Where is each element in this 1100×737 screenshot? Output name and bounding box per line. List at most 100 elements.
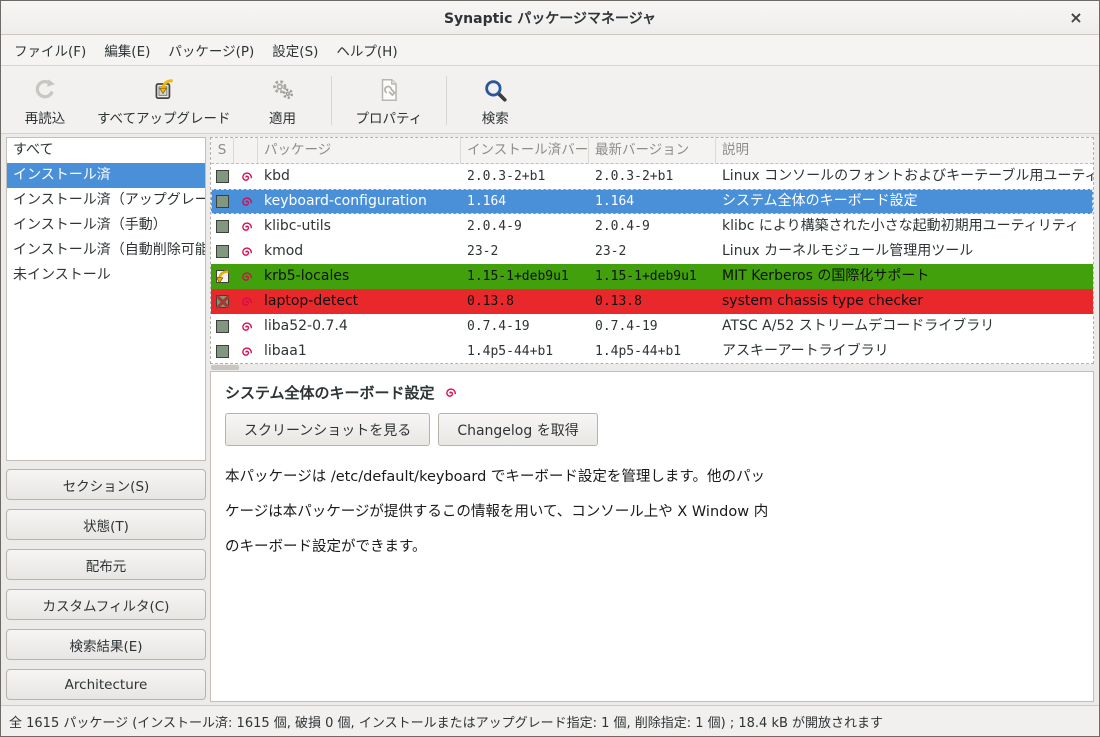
get-changelog-button[interactable]: Changelog を取得 [438,413,597,446]
latest-version: 2.0.3-2+b1 [589,164,716,189]
filter-installed[interactable]: インストール済 [7,163,205,188]
column-header-description[interactable]: 説明 [716,138,1093,163]
apply-button[interactable]: 適用 [245,70,321,131]
installed-version: 1.15-1+deb9u1 [461,264,589,289]
properties-icon [376,75,402,105]
table-row-marked-remove[interactable]: laptop-detect 0.13.8 0.13.8 system chass… [211,289,1093,314]
debian-swirl-icon [239,345,253,359]
details-title: システム全体のキーボード設定 [225,382,435,403]
package-description: システム全体のキーボード設定 [716,189,1093,214]
menu-file[interactable]: ファイル(F) [5,35,95,65]
menu-settings[interactable]: 設定(S) [263,35,327,65]
details-description-line: ケージは本パッケージが提供するこの情報を用いて、コンソール上や X Window… [225,495,1079,530]
package-name: libaa1 [258,339,461,364]
package-name: keyboard-configuration [258,189,461,214]
package-description: klibc により構築された小さな起動初期用ユーティリティ [716,214,1093,239]
package-name: kbd [258,164,461,189]
column-header-latest-version[interactable]: 最新バージョン [589,138,716,163]
installed-version: 2.0.4-9 [461,214,589,239]
search-button[interactable]: 検索 [457,70,533,131]
filter-installed-autoremovable[interactable]: インストール済（自動削除可能） [7,238,205,263]
toolbar-separator [331,76,332,125]
filter-not-installed[interactable]: 未インストール [7,263,205,288]
status-button[interactable]: 状態(T) [6,509,206,540]
column-header-supported[interactable] [234,138,258,163]
debian-swirl-icon [239,220,253,234]
sections-button[interactable]: セクション(S) [6,469,206,500]
menu-package[interactable]: パッケージ(P) [159,35,263,65]
menu-edit[interactable]: 編集(E) [95,35,159,65]
package-name: laptop-detect [258,289,461,314]
debian-swirl-icon [239,195,253,209]
debian-swirl-icon [239,270,253,284]
installed-status-icon [216,345,229,358]
upgrade-all-icon [151,75,177,105]
installed-status-icon [216,195,229,208]
installed-version: 2.0.3-2+b1 [461,164,589,189]
statusbar: 全 1615 パッケージ (インストール済: 1615 個, 破損 0 個, イ… [1,705,1099,736]
latest-version: 0.7.4-19 [589,314,716,339]
upgrade-all-button[interactable]: すべてアップグレード [83,70,245,131]
table-header: S パッケージ インストール済バージョン 最新バージョン 説明 [211,138,1093,164]
view-screenshot-button[interactable]: スクリーンショットを見る [225,413,430,446]
column-header-package[interactable]: パッケージ [258,138,461,163]
package-name: liba52-0.7.4 [258,314,461,339]
reload-icon [32,75,58,105]
toolbar-separator [446,76,447,125]
origin-button[interactable]: 配布元 [6,549,206,580]
installed-version: 23-2 [461,239,589,264]
package-name: kmod [258,239,461,264]
synaptic-window: Synaptic パッケージマネージャ × ファイル(F) 編集(E) パッケー… [0,0,1100,737]
latest-version: 1.164 [589,189,716,214]
custom-filters-button[interactable]: カスタムフィルタ(C) [6,589,206,620]
filter-list: すべて インストール済 インストール済（アップグレード可） インストール済（手動… [6,137,206,461]
package-description: Linux カーネルモジュール管理用ツール [716,239,1093,264]
window-title: Synaptic パッケージマネージャ [444,8,656,28]
filter-installed-manual[interactable]: インストール済（手動） [7,213,205,238]
status-text: 全 1615 パッケージ (インストール済: 1615 個, 破損 0 個, イ… [9,712,883,731]
details-description-line: のキーボード設定ができます。 [225,530,1079,565]
splitter-grip [211,365,239,370]
close-button[interactable]: × [1065,7,1087,29]
installed-version: 0.7.4-19 [461,314,589,339]
sidebar-buttons: セクション(S) 状態(T) 配布元 カスタムフィルタ(C) 検索結果(E) A… [6,469,206,702]
column-header-installed-version[interactable]: インストール済バージョン [461,138,589,163]
table-row[interactable]: libaa1 1.4p5-44+b1 1.4p5-44+b1 アスキーアートライ… [211,339,1093,364]
package-description: ATSC A/52 ストリームデコードライブラリ [716,314,1093,339]
details-description-line: 本パッケージは /etc/default/keyboard でキーボード設定を管… [225,460,1079,495]
installed-status-icon [216,170,229,183]
filter-installed-upgradable[interactable]: インストール済（アップグレード可） [7,188,205,213]
menubar: ファイル(F) 編集(E) パッケージ(P) 設定(S) ヘルプ(H) [1,35,1099,66]
latest-version: 23-2 [589,239,716,264]
installed-status-icon [216,220,229,233]
properties-button[interactable]: プロパティ [342,70,437,131]
column-header-status[interactable]: S [211,138,234,163]
search-icon [482,75,508,105]
reload-button[interactable]: 再読込 [7,70,83,131]
table-row-selected[interactable]: keyboard-configuration 1.164 1.164 システム全… [211,189,1093,214]
table-row[interactable]: liba52-0.7.4 0.7.4-19 0.7.4-19 ATSC A/52… [211,314,1093,339]
latest-version: 1.4p5-44+b1 [589,339,716,364]
installed-version: 1.164 [461,189,589,214]
sidebar: すべて インストール済 インストール済（アップグレード可） インストール済（手動… [6,137,206,702]
table-row[interactable]: kbd 2.0.3-2+b1 2.0.3-2+b1 Linux コンソールのフォ… [211,164,1093,189]
debian-swirl-icon [239,295,253,309]
package-description: MIT Kerberos の国際化サポート [716,264,1093,289]
search-results-button[interactable]: 検索結果(E) [6,629,206,660]
installed-status-icon [216,320,229,333]
package-name: krb5-locales [258,264,461,289]
menu-help[interactable]: ヘルプ(H) [327,35,406,65]
table-row[interactable]: kmod 23-2 23-2 Linux カーネルモジュール管理用ツール [211,239,1093,264]
content-area: すべて インストール済 インストール済（アップグレード可） インストール済（手動… [1,134,1099,705]
architecture-button[interactable]: Architecture [6,669,206,700]
pane-splitter[interactable] [210,364,1094,371]
latest-version: 0.13.8 [589,289,716,314]
filter-all[interactable]: すべて [7,138,205,163]
installed-version: 1.4p5-44+b1 [461,339,589,364]
details-pane: システム全体のキーボード設定 スクリーンショットを見る Changelog を取… [210,371,1094,702]
upgrade-status-icon [216,270,229,283]
table-row-marked-upgrade[interactable]: krb5-locales 1.15-1+deb9u1 1.15-1+deb9u1… [211,264,1093,289]
latest-version: 2.0.4-9 [589,214,716,239]
table-row[interactable]: klibc-utils 2.0.4-9 2.0.4-9 klibc により構築さ… [211,214,1093,239]
latest-version: 1.15-1+deb9u1 [589,264,716,289]
